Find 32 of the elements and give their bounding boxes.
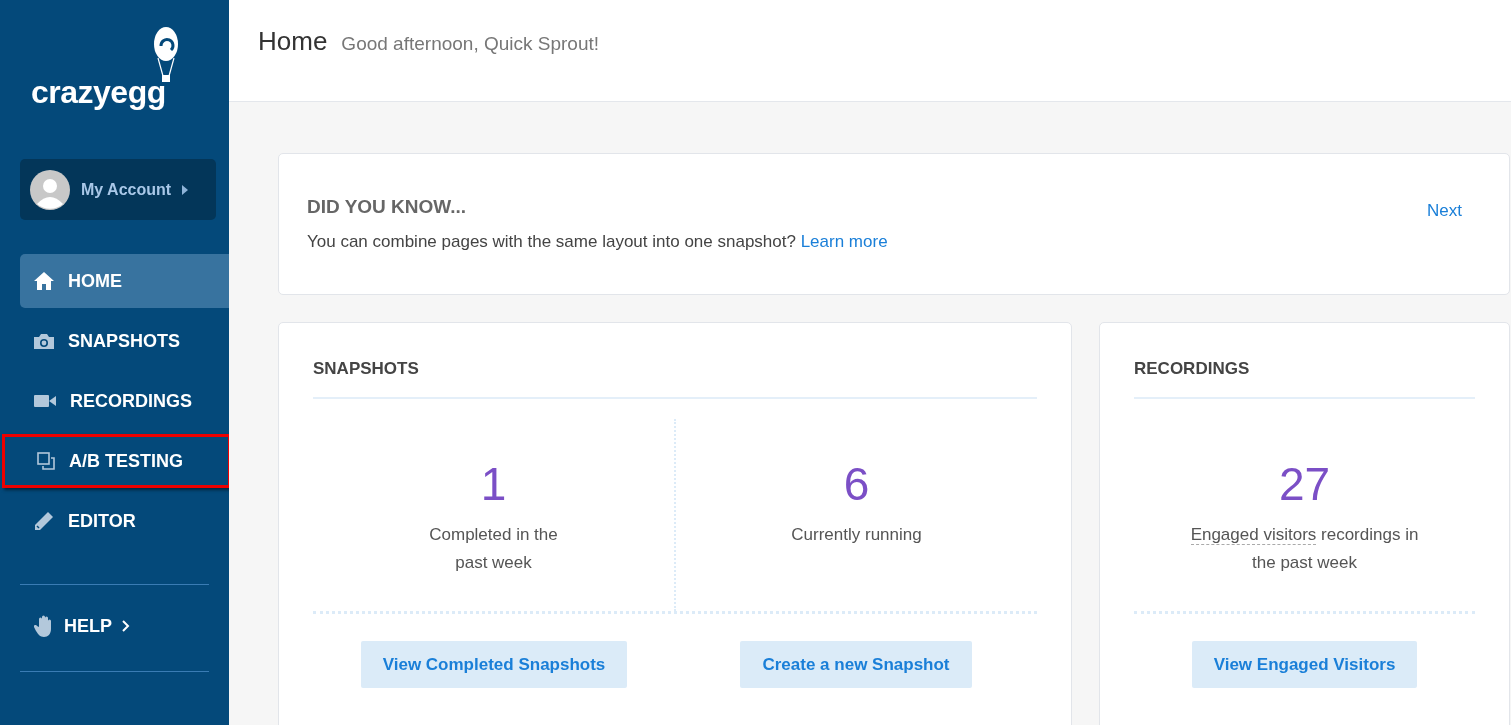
next-link[interactable]: Next: [1427, 200, 1462, 221]
learn-more-link[interactable]: Learn more: [800, 232, 888, 251]
stat-number: 6: [842, 457, 871, 511]
pencil-icon: [34, 511, 54, 531]
chevron-icon: [122, 620, 130, 632]
nav-item[interactable]: SNAPSHOTS: [20, 314, 229, 368]
page-title: Home: [258, 26, 328, 57]
stat-label: Currently running: [790, 524, 923, 546]
nav-item[interactable]: EDITOR: [20, 494, 229, 548]
help-button[interactable]: HELP: [34, 615, 130, 637]
tip-text: You can combine pages with the same layout into one snapshot? Learn more: [307, 232, 888, 252]
hand-icon: [34, 615, 54, 637]
greeting-text: Good afternoon, Quick Sprout!: [341, 33, 600, 55]
nav-item[interactable]: HOME: [20, 254, 229, 308]
tip-heading: DID YOU KNOW...: [307, 196, 468, 218]
nav-item[interactable]: RECORDINGS: [20, 374, 229, 428]
stat-label: Completed in the past week: [428, 524, 559, 574]
card-title: SNAPSHOTS: [313, 359, 1037, 399]
nav-item[interactable]: A/B TESTING: [2, 434, 231, 488]
stat-number: 1: [479, 457, 508, 511]
term-tooltip[interactable]: Engaged visitors: [1190, 525, 1317, 545]
stat-number: 27: [1277, 457, 1332, 511]
caret-icon: [182, 184, 189, 195]
account-button[interactable]: My Account: [20, 159, 216, 220]
logo: crazyegg: [31, 74, 166, 111]
avatar-icon: [30, 169, 70, 210]
video-camera-icon: [34, 394, 56, 408]
stat-label: Engaged visitors recordings in the past week: [1189, 524, 1420, 574]
camera-icon: [34, 333, 54, 349]
card-title: RECORDINGS: [1134, 359, 1475, 399]
squares-icon: [37, 452, 55, 470]
home-icon: [34, 272, 54, 290]
